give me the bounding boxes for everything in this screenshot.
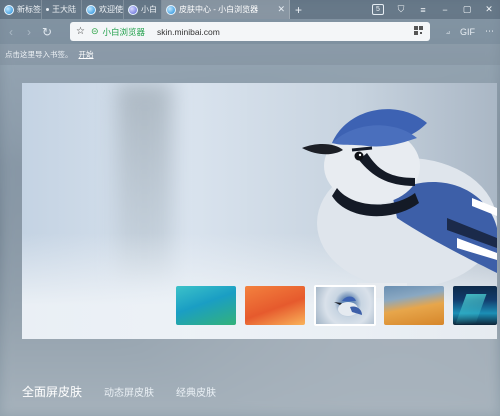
secure-lock-icon: ⊝ xyxy=(90,26,99,36)
tab-dynamic-skin[interactable]: 动态屏皮肤 xyxy=(104,384,154,399)
url-text[interactable]: skin.minibai.com xyxy=(157,27,220,37)
address-bar[interactable]: ☆ ⊝ 小白浏览器 skin.minibai.com xyxy=(70,22,430,41)
tab-welcome[interactable]: 欢迎使 xyxy=(82,0,124,19)
site-name: 小白浏览器 xyxy=(102,26,146,37)
tab-skin-center[interactable]: 皮肤中心 - 小白浏览器 ✕ xyxy=(162,0,290,19)
tab-label: 王大陆 xyxy=(52,5,76,14)
tab-label: 皮肤中心 - 小白浏览器 xyxy=(179,5,259,14)
browser-logo-icon xyxy=(86,4,96,15)
skin-type-tabs: 全面屏皮肤 动态屏皮肤 经典皮肤 xyxy=(22,383,216,400)
blue-jay-bird-icon xyxy=(302,109,497,298)
more-icon[interactable]: ⋯ xyxy=(485,26,494,37)
close-window-button[interactable]: ✕ xyxy=(478,0,500,19)
bookmark-hint: 点击这里导入书签。 xyxy=(5,50,73,59)
bookmark-bar: 点击这里导入书签。 开始 xyxy=(0,44,500,65)
minimize-button[interactable]: − xyxy=(434,0,456,19)
thumbnail-aurora[interactable] xyxy=(453,286,497,325)
browser-logo-icon xyxy=(4,4,14,15)
browser-logo-icon xyxy=(166,4,176,15)
thumbnail-underwater[interactable] xyxy=(176,286,236,325)
tab-label: 小白 xyxy=(141,5,157,14)
tab-classic-skin[interactable]: 经典皮肤 xyxy=(176,384,216,399)
thumbnail-orange-stage[interactable] xyxy=(245,286,305,325)
tab-fullscreen-skin[interactable]: 全面屏皮肤 xyxy=(22,383,82,400)
menu-icon[interactable]: ≡ xyxy=(412,0,434,19)
gif-button[interactable]: GIF xyxy=(460,27,475,37)
back-button[interactable]: ‹ xyxy=(2,25,20,39)
thumbnail-desert-sunset[interactable] xyxy=(384,286,444,325)
tab-strip: 新标签 王大陆 欢迎使 小白 皮肤中心 - 小白浏览器 ✕ + 5 ⛉ ≡ − … xyxy=(0,0,500,19)
star-bookmark-icon[interactable]: ☆ xyxy=(76,26,85,37)
close-tab-icon[interactable]: ✕ xyxy=(277,4,285,15)
tab-count-badge[interactable]: 5 xyxy=(372,4,384,15)
tab-xiaobai[interactable]: 小白 xyxy=(124,0,162,19)
tab-new-tab[interactable]: 新标签 xyxy=(0,0,42,19)
import-bookmarks-link[interactable]: 开始 xyxy=(79,49,94,60)
crop-icon[interactable]: ⟓ xyxy=(446,26,450,37)
qr-code-icon[interactable] xyxy=(414,26,423,35)
shield-icon[interactable]: ⛉ xyxy=(390,0,412,19)
tab-label: 欢迎使 xyxy=(99,5,123,14)
forward-button[interactable]: › xyxy=(20,25,38,39)
blue-jay-mini-icon xyxy=(334,296,362,316)
tab-wang-dalu[interactable]: 王大陆 xyxy=(42,0,82,19)
toolbar-right: ⟓ GIF ⋯ xyxy=(446,19,494,44)
refresh-button[interactable]: ↻ xyxy=(38,25,56,39)
navigation-toolbar: ‹ › ↻ ☆ ⊝ 小白浏览器 skin.minibai.com ⟓ GIF ⋯ xyxy=(0,19,500,44)
window-controls: 5 ⛉ ≡ − ▢ ✕ xyxy=(366,0,500,19)
restore-button[interactable]: ▢ xyxy=(456,0,478,19)
tab-label: 新标签 xyxy=(17,5,41,14)
thumbnail-blue-jay[interactable] xyxy=(314,285,376,326)
new-tab-button[interactable]: + xyxy=(290,3,307,17)
dot-icon xyxy=(46,8,49,11)
browser-logo-icon xyxy=(128,4,138,15)
